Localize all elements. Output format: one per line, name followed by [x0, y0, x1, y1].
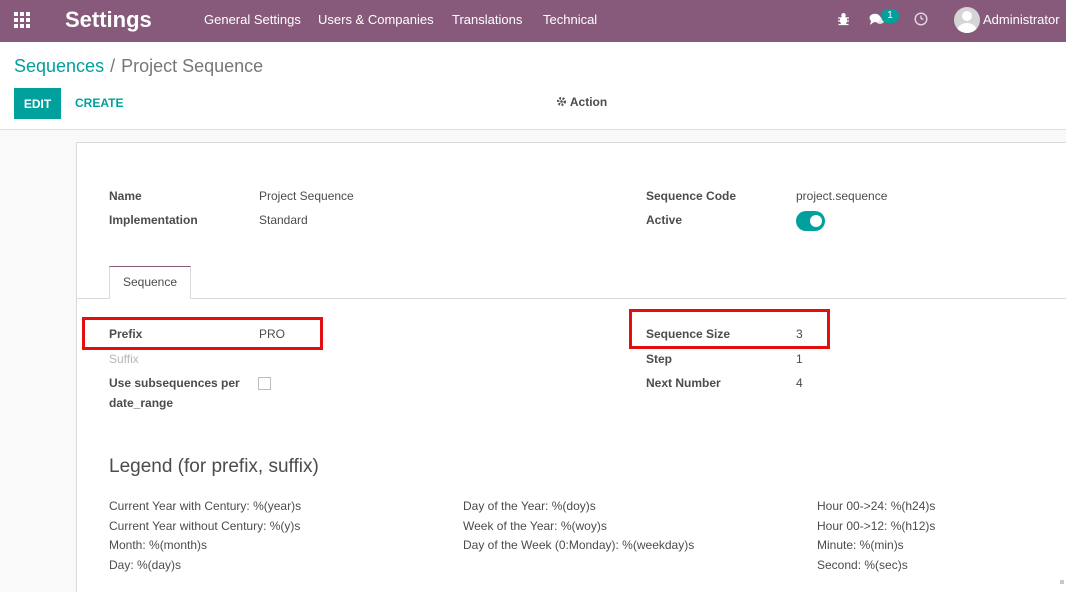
subsequences-label-line2: date_range	[109, 396, 174, 410]
legend-item: Minute: %(min)s	[817, 538, 904, 552]
menu-technical[interactable]: Technical	[543, 0, 597, 42]
chat-count-badge: 1	[881, 9, 899, 23]
tab-divider	[77, 298, 1066, 299]
app-title[interactable]: Settings	[65, 7, 152, 33]
clock-icon[interactable]	[914, 12, 928, 31]
legend-title: Legend (for prefix, suffix)	[109, 456, 319, 477]
top-navbar: Settings General Settings Users & Compan…	[0, 0, 1066, 42]
breadcrumb-parent-link[interactable]: Sequences	[14, 56, 104, 76]
user-menu[interactable]: Administrator	[983, 0, 1060, 40]
name-label: Name	[109, 189, 142, 203]
sequence-code-value: project.sequence	[796, 189, 888, 203]
legend-item: Day: %(day)s	[109, 558, 182, 572]
menu-translations[interactable]: Translations	[452, 0, 522, 42]
action-menu-button[interactable]: Action	[556, 95, 607, 109]
legend-item: Second: %(sec)s	[817, 558, 908, 572]
menu-users-companies[interactable]: Users & Companies	[318, 0, 434, 42]
suffix-label: Suffix	[109, 352, 139, 366]
next-number-label: Next Number	[646, 376, 721, 390]
legend-item: Day of the Week (0:Monday): %(weekday)s	[463, 538, 695, 552]
implementation-value: Standard	[259, 213, 308, 227]
legend-item: Current Year with Century: %(year)s	[109, 499, 302, 513]
breadcrumb-current: Project Sequence	[121, 56, 264, 76]
grid-icon[interactable]	[14, 12, 32, 30]
breadcrumb-separator: /	[110, 56, 116, 76]
subsequences-label: Use subsequences per	[109, 376, 240, 390]
sequence-code-label: Sequence Code	[646, 189, 737, 203]
bug-icon[interactable]	[837, 12, 850, 31]
prefix-highlight-box	[82, 317, 323, 350]
implementation-label: Implementation	[109, 213, 198, 227]
tab-sequence[interactable]: Sequence	[109, 266, 191, 299]
edit-button[interactable]: EDIT	[14, 88, 61, 119]
breadcrumb: Sequences / Project Sequence	[14, 56, 263, 77]
legend-item: Hour 00->24: %(h24)s	[817, 499, 936, 513]
gear-icon	[557, 97, 566, 106]
step-label: Step	[646, 352, 673, 366]
name-value: Project Sequence	[259, 189, 354, 203]
menu-general-settings[interactable]: General Settings	[204, 0, 301, 42]
legend-item: Week of the Year: %(woy)s	[463, 519, 607, 533]
sequence-size-highlight-box	[629, 309, 830, 349]
scrollbar-handle[interactable]	[1060, 580, 1064, 584]
action-label: Action	[569, 95, 608, 109]
active-label: Active	[646, 213, 683, 227]
create-button[interactable]: CREATE	[75, 88, 123, 119]
avatar[interactable]	[954, 7, 980, 33]
legend-item: Current Year without Century: %(y)s	[109, 519, 301, 533]
subsequences-checkbox[interactable]	[258, 377, 271, 390]
active-toggle[interactable]	[796, 211, 825, 231]
step-value: 1	[796, 352, 803, 366]
legend-item: Month: %(month)s	[109, 538, 208, 552]
legend-item: Day of the Year: %(doy)s	[463, 499, 596, 513]
next-number-value: 4	[796, 376, 803, 390]
legend-item: Hour 00->12: %(h12)s	[817, 519, 936, 533]
